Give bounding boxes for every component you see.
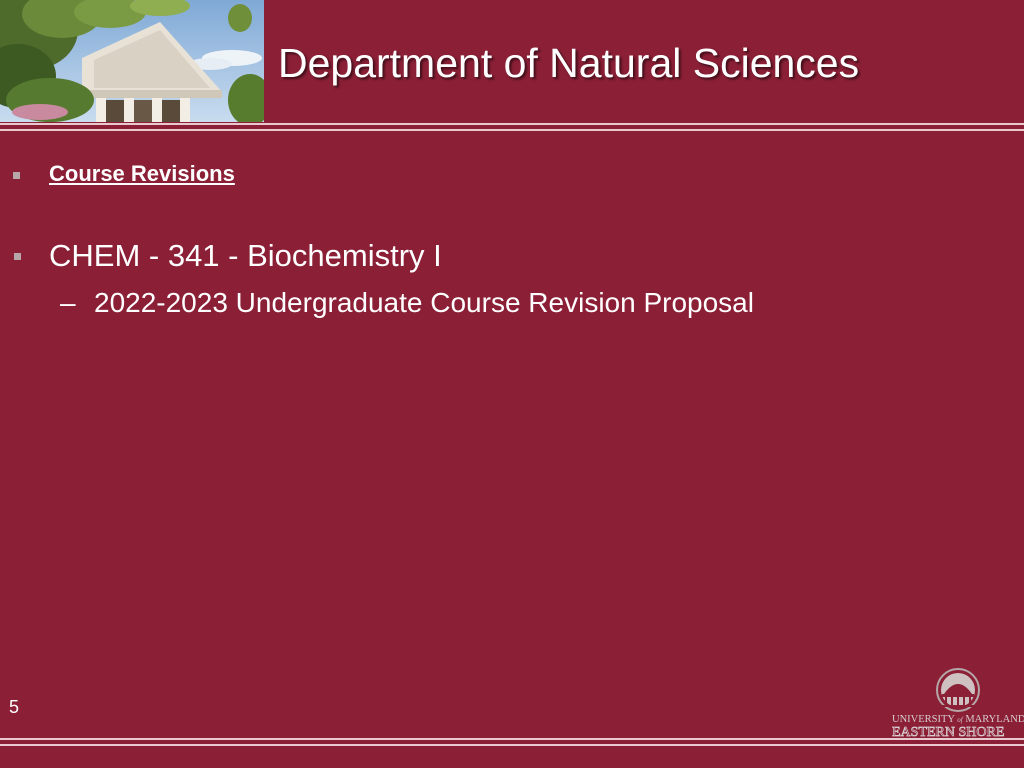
footer-divider-bottom [0, 744, 1024, 746]
building-photo-illustration [0, 0, 264, 122]
page-number: 5 [9, 697, 20, 717]
header-divider-top [0, 123, 1024, 125]
university-dome-logo-icon: UNIVERSITY of MARYLAND EASTERN SHORE [892, 668, 1024, 740]
square-bullet-icon [14, 253, 21, 260]
slide: Department of Natural Sciences Course Re… [0, 0, 1024, 768]
slide-title: Department of Natural Sciences [278, 40, 860, 86]
square-bullet-icon [13, 172, 20, 179]
section-heading-link[interactable]: Course Revisions [49, 161, 235, 187]
sub-bullet-dash: – [60, 287, 76, 318]
footer-divider-top [0, 738, 1024, 740]
university-logo: UNIVERSITY of MARYLAND EASTERN SHORE [890, 668, 1024, 740]
course-title: CHEM - 341 - Biochemistry I [49, 238, 442, 273]
svg-text:UNIVERSITY of: UNIVERSITY of MARYLAND [892, 714, 1024, 725]
header-building-photo [0, 0, 264, 122]
header-divider-bottom [0, 129, 1024, 131]
course-sub-item: 2022-2023 Undergraduate Course Revision … [94, 287, 754, 318]
